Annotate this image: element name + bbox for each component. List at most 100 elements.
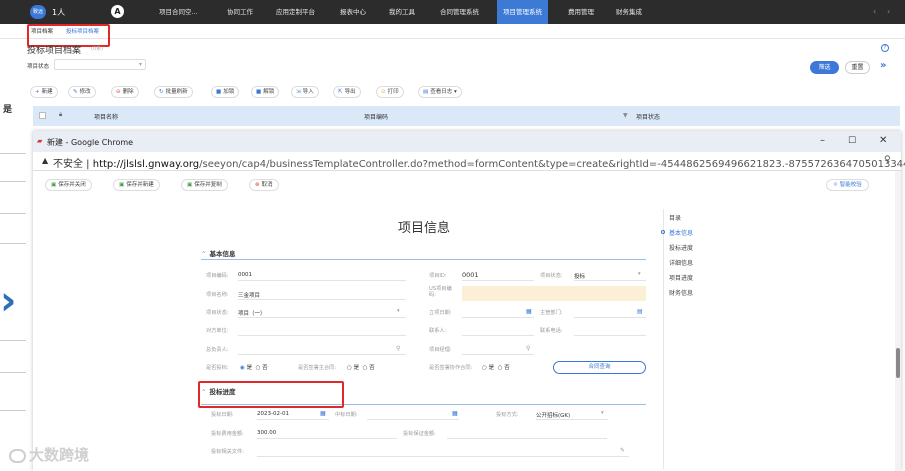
expand-icon[interactable]: »	[880, 60, 886, 71]
maximize-icon[interactable]: ☐	[848, 136, 856, 146]
project-status-select[interactable]: 投标	[574, 272, 585, 280]
url-text[interactable]: 不安全 | http://jlslsl.gnway.org/seeyon/cap…	[53, 155, 905, 170]
column-project-name[interactable]: 项目名称	[94, 112, 118, 121]
nav-prev-icon[interactable]: ‹	[873, 7, 876, 16]
nav-item-report-center[interactable]: 报表中心	[340, 0, 366, 24]
save-close-button[interactable]: ▣ 保存并关闭	[45, 179, 92, 191]
sign-radio-group[interactable]: ○ 是 ○ 否	[347, 363, 375, 371]
calendar-icon[interactable]: ▦	[452, 410, 458, 417]
nav-item-expense[interactable]: 费用管理	[568, 0, 594, 24]
import-icon: ⇲	[296, 89, 301, 95]
section-basic-info[interactable]: ⌃ 基本信息	[201, 248, 235, 258]
select-all-checkbox[interactable]	[39, 112, 46, 119]
scrollbar-thumb[interactable]	[896, 348, 900, 378]
field-underline	[257, 419, 329, 420]
divider	[0, 410, 26, 411]
unlock-button[interactable]: ■ 解锁	[251, 86, 280, 98]
insecure-label: 不安全	[53, 159, 83, 170]
save-new-button[interactable]: ▣ 保存并新建	[113, 179, 160, 191]
field-underline	[238, 335, 406, 336]
lock-button[interactable]: ■ 加锁	[211, 86, 240, 98]
save-new-label: 保存并新建	[126, 182, 154, 188]
batch-refresh-button[interactable]: ↻ 批量刷新	[154, 86, 193, 98]
view-log-button[interactable]: ▤ 查看日志 ▾	[418, 86, 462, 98]
nav-item-project-system[interactable]: 项目管理系统	[497, 0, 548, 24]
coop-radio-group[interactable]: ○ 是 ○ 否	[482, 363, 510, 371]
zoom-icon[interactable]: ⚲	[884, 155, 891, 165]
contract-query-button[interactable]: 合同查询	[553, 361, 646, 374]
highlight-box	[198, 381, 344, 408]
toc-item-bid-progress[interactable]: 投标进度	[669, 243, 693, 252]
cancel-button[interactable]: ⊗ 取消	[249, 179, 279, 191]
delete-button[interactable]: ⊝ 删除	[111, 86, 139, 98]
column-project-status[interactable]: 项目状态	[636, 112, 660, 121]
nav-item-app-platform[interactable]: 应用定制平台	[276, 0, 315, 24]
field-label: 投标相关文件:	[211, 449, 244, 455]
url-host: http://jlslsl.gnway.org	[92, 159, 200, 170]
save-copy-label: 保存并复制	[194, 182, 222, 188]
divider	[0, 153, 26, 154]
toc-item-project-progress[interactable]: 项目进度	[669, 273, 693, 282]
address-bar[interactable]: ▲ 不安全 | http://jlslsl.gnway.org/seeyon/c…	[33, 152, 905, 171]
help-icon[interactable]: ?	[881, 44, 889, 52]
project-id-value[interactable]: 0001	[462, 271, 479, 279]
close-icon[interactable]: ✕	[879, 135, 887, 146]
assistant-icon[interactable]: A	[111, 5, 124, 18]
export-button[interactable]: ⇱ 导出	[333, 86, 361, 98]
section-basic-info-label: 基本信息	[209, 250, 236, 258]
bid-fee-value[interactable]: 300.00	[257, 430, 276, 436]
section-divider	[201, 259, 646, 260]
project-code-value[interactable]: 0001	[238, 272, 252, 278]
nav-item-project-contract[interactable]: 项目合同空...	[159, 0, 198, 24]
toc-item-details[interactable]: 详细信息	[669, 258, 693, 267]
nav-item-contract-system[interactable]: 合同管理系统	[440, 0, 479, 24]
reset-button[interactable]: 重置	[845, 61, 870, 74]
person-picker-icon[interactable]: ⚲	[526, 345, 530, 352]
minimize-icon[interactable]: –	[820, 135, 825, 146]
user-count[interactable]: 1人	[52, 7, 65, 18]
warning-icon[interactable]: ▲	[42, 156, 48, 165]
left-fragment-text: 是	[3, 105, 13, 115]
calendar-icon[interactable]: ▦	[320, 410, 326, 417]
nav-item-finance[interactable]: 财务集成	[616, 0, 642, 24]
save-copy-button[interactable]: ▣ 保存并复制	[181, 179, 228, 191]
nav-next-icon[interactable]: ›	[887, 7, 890, 16]
import-button[interactable]: ⇲ 导入	[291, 86, 319, 98]
bid-method-select[interactable]: 公开招标(GK)	[536, 411, 570, 419]
smart-check-button[interactable]: ☼ 智能校验	[826, 179, 869, 191]
project-state-select[interactable]: 项目（一）	[238, 309, 266, 317]
field-label: 项目名称:	[206, 292, 229, 298]
filter-button[interactable]: 筛选	[810, 61, 839, 74]
chevron-right-icon[interactable]: ›	[0, 281, 16, 321]
lock-label: 加锁	[223, 89, 235, 95]
toc-item-finance[interactable]: 财务信息	[669, 288, 693, 297]
new-button[interactable]: + 新建	[30, 86, 58, 98]
nav-item-my-tools[interactable]: 我的工具	[389, 0, 415, 24]
person-picker-icon[interactable]: ⚲	[396, 345, 400, 352]
attachment-icon[interactable]: ✎	[620, 447, 625, 454]
column-filter-icon[interactable]: ▼	[623, 112, 628, 119]
column-project-code[interactable]: 项目编码	[364, 112, 388, 121]
bid-date-value[interactable]: 2023-02-01	[257, 411, 289, 417]
cancel-label: 取消	[261, 182, 273, 188]
bulb-icon: ☼	[833, 182, 840, 188]
print-button[interactable]: ⊙ 打印	[376, 86, 404, 98]
nav-item-collaboration[interactable]: 协同工作	[227, 0, 253, 24]
field-label: 项目经理:	[429, 347, 452, 353]
toc-heading: 目录	[669, 215, 682, 222]
save-icon: ▣	[187, 182, 193, 188]
edit-button[interactable]: ✎ 修改	[68, 86, 96, 98]
filter-select[interactable]: ▾	[54, 59, 146, 70]
scrollbar[interactable]	[895, 171, 901, 471]
refresh-icon: ↻	[159, 89, 164, 95]
bid-radio-group[interactable]: ◉ 是 ○ 否	[240, 363, 268, 371]
us-code-input[interactable]	[462, 286, 646, 301]
radio-selected-icon[interactable]: ◉	[240, 365, 245, 371]
divider	[0, 372, 26, 373]
app-favicon-icon: ▰	[37, 137, 43, 145]
divider	[0, 243, 26, 244]
project-name-value[interactable]: 三金项目	[238, 291, 260, 299]
toc-item-basic-info[interactable]: 基本信息	[669, 228, 693, 237]
calendar-icon[interactable]: ▦	[526, 308, 532, 315]
department-picker-icon[interactable]: ▤	[637, 308, 643, 315]
